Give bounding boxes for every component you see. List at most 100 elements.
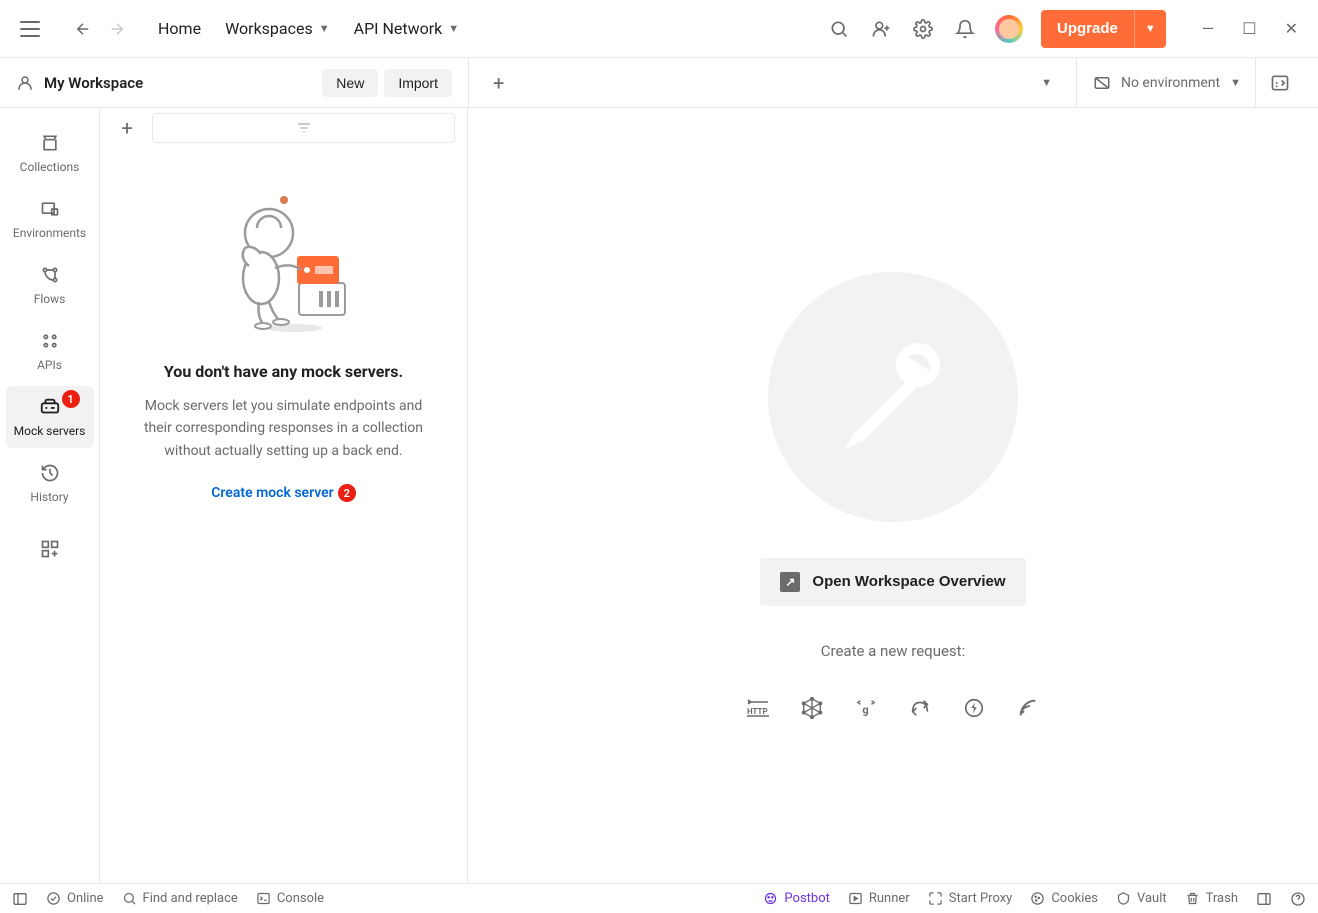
new-tab-button[interactable]: + (483, 71, 514, 95)
rail-mock-servers[interactable]: 1 Mock servers (6, 386, 94, 448)
graphql-request-icon[interactable] (800, 696, 824, 720)
main: Collections Environments Flows APIs 1 (0, 108, 1318, 883)
rail-label: History (30, 490, 68, 504)
nav-workspaces-label: Workspaces (225, 19, 313, 38)
tabs-area: + ▼ No environment ▼ (468, 58, 1318, 108)
nav-workspaces[interactable]: Workspaces ▼ (225, 19, 330, 38)
sb-vault-label: Vault (1137, 891, 1167, 906)
http-request-icon[interactable]: HTTP (746, 696, 770, 720)
environment-select[interactable]: No environment ▼ (1076, 58, 1241, 108)
sb-panel-icon[interactable] (12, 891, 28, 907)
sb-start-proxy[interactable]: Start Proxy (928, 891, 1013, 906)
rail-label: Flows (34, 292, 66, 306)
workspace-name-label: My Workspace (44, 74, 143, 92)
invite-icon[interactable] (869, 17, 893, 41)
add-button[interactable]: + (112, 113, 142, 143)
settings-icon[interactable] (911, 17, 935, 41)
window-controls: — ☐ ✕ (1202, 19, 1298, 38)
open-icon: ↗ (780, 572, 800, 592)
person-icon (16, 74, 34, 92)
sb-layout-icon[interactable] (1256, 891, 1272, 907)
rail-configure[interactable] (6, 528, 94, 570)
empty-state: You don't have any mock servers. Mock se… (100, 148, 467, 883)
env-quicklook-icon[interactable] (1255, 58, 1290, 108)
close-icon[interactable]: ✕ (1285, 19, 1298, 38)
topbar-left: Home Workspaces ▼ API Network ▼ (20, 19, 459, 38)
top-nav: Home Workspaces ▼ API Network ▼ (158, 19, 459, 38)
import-button[interactable]: Import (384, 69, 452, 97)
socketio-request-icon[interactable] (962, 696, 986, 720)
topbar-right: Upgrade ▼ — ☐ ✕ (827, 10, 1298, 48)
grpc-request-icon[interactable]: g (854, 696, 878, 720)
sb-trash[interactable]: Trash (1185, 891, 1238, 906)
rail-apis[interactable]: APIs (6, 320, 94, 382)
create-mock-server-link[interactable]: Create mock server 2 (211, 484, 355, 502)
new-button[interactable]: New (322, 69, 378, 97)
chevron-down-icon: ▼ (448, 22, 459, 35)
sb-runner-label: Runner (869, 891, 910, 906)
nav-arrows (74, 20, 126, 38)
sb-console[interactable]: Console (256, 891, 324, 906)
side-rail: Collections Environments Flows APIs 1 (0, 108, 100, 883)
environment-label: No environment (1121, 75, 1220, 91)
rail-label: Mock servers (14, 424, 86, 438)
search-icon[interactable] (827, 17, 851, 41)
workspace-actions: New Import (322, 69, 452, 97)
forward-icon[interactable] (108, 20, 126, 38)
chevron-down-icon: ▼ (319, 22, 330, 35)
nav-home[interactable]: Home (158, 19, 201, 38)
sb-find-label: Find and replace (143, 891, 238, 906)
empty-title: You don't have any mock servers. (164, 362, 403, 381)
sb-runner[interactable]: Runner (848, 891, 910, 906)
rail-label: APIs (37, 358, 62, 372)
tabs-dropdown-icon[interactable]: ▼ (1041, 76, 1062, 89)
sb-postbot[interactable]: Postbot (763, 891, 829, 906)
no-env-icon (1093, 74, 1111, 92)
rail-flows[interactable]: Flows (6, 254, 94, 316)
topbar: Home Workspaces ▼ API Network ▼ Upgrade (0, 0, 1318, 58)
chevron-down-icon: ▼ (1230, 76, 1241, 89)
env-area: ▼ No environment ▼ (1041, 58, 1304, 108)
websocket-request-icon[interactable] (908, 696, 932, 720)
filter-input[interactable] (152, 113, 455, 143)
maximize-icon[interactable]: ☐ (1242, 19, 1256, 38)
upgrade-button[interactable]: Upgrade ▼ (1041, 10, 1166, 48)
empty-desc: Mock servers let you simulate endpoints … (130, 395, 437, 462)
step-badge: 2 (338, 484, 356, 502)
mqtt-request-icon[interactable] (1016, 696, 1040, 720)
open-overview-label: Open Workspace Overview (812, 573, 1005, 590)
rail-history[interactable]: History (6, 452, 94, 514)
rail-environments[interactable]: Environments (6, 188, 94, 250)
sb-console-label: Console (277, 891, 324, 906)
mock-server-icon (39, 396, 61, 418)
workspace-name[interactable]: My Workspace (16, 74, 143, 92)
nav-api-network[interactable]: API Network ▼ (354, 19, 460, 38)
content-area: ↗ Open Workspace Overview Create a new r… (468, 108, 1318, 883)
sb-help-icon[interactable] (1290, 891, 1306, 907)
workspace-header: My Workspace New Import + ▼ No environme… (0, 58, 1318, 108)
side-panel: + (100, 108, 468, 883)
svg-text:g: g (862, 703, 868, 716)
rail-collections[interactable]: Collections (6, 122, 94, 184)
rail-badge: 1 (62, 390, 80, 408)
create-link-label: Create mock server (211, 485, 333, 501)
sb-cookies[interactable]: Cookies (1030, 891, 1098, 906)
nav-api-network-label: API Network (354, 19, 443, 38)
sb-cookies-label: Cookies (1051, 891, 1098, 906)
sb-vault[interactable]: Vault (1116, 891, 1167, 906)
sb-trash-label: Trash (1206, 891, 1238, 906)
notifications-icon[interactable] (953, 17, 977, 41)
upgrade-dropdown[interactable]: ▼ (1134, 10, 1166, 48)
back-icon[interactable] (74, 20, 92, 38)
sb-online[interactable]: Online (46, 891, 104, 906)
environments-icon (39, 198, 61, 220)
minimize-icon[interactable]: — (1202, 19, 1215, 38)
avatar[interactable] (995, 15, 1023, 43)
sb-find-replace[interactable]: Find and replace (122, 891, 238, 906)
create-request-label: Create a new request: (821, 642, 965, 660)
rail-label: Collections (20, 160, 80, 174)
open-workspace-overview-button[interactable]: ↗ Open Workspace Overview (760, 558, 1025, 606)
statusbar-right: Postbot Runner Start Proxy Cookies Vault… (763, 891, 1306, 907)
hamburger-icon[interactable] (20, 21, 40, 37)
grid-add-icon (39, 538, 61, 560)
